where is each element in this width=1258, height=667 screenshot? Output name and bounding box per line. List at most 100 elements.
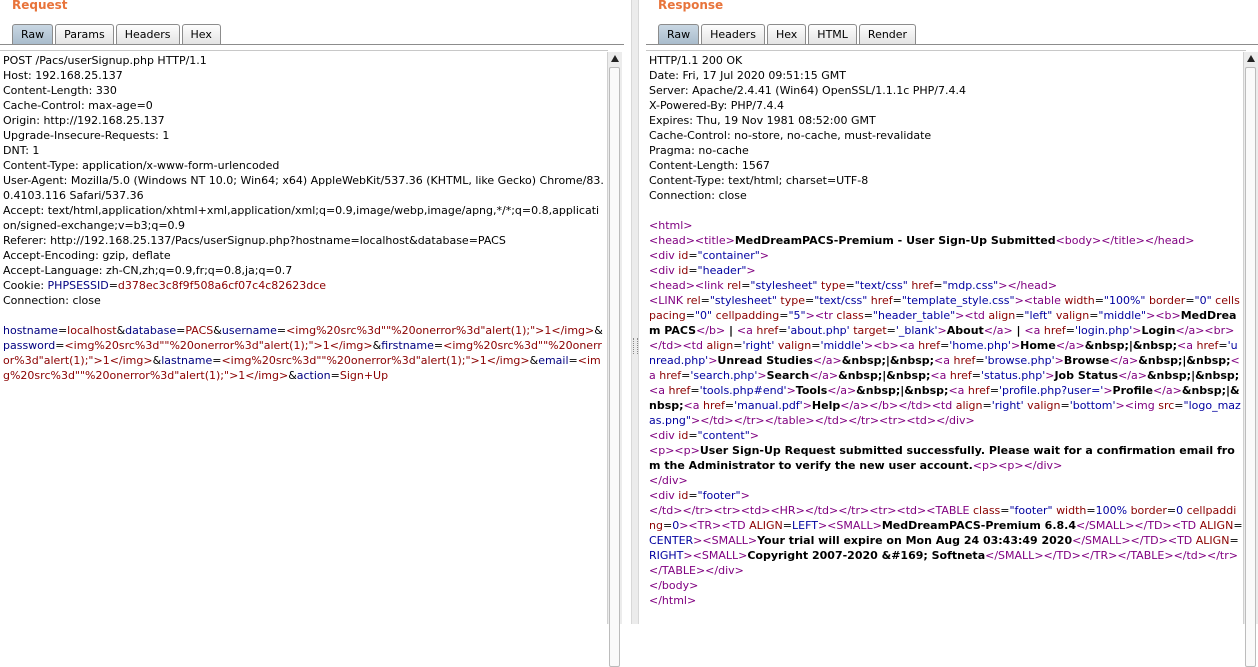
html-tag: > <box>872 519 882 532</box>
request-scroll-thumb[interactable] <box>609 67 620 667</box>
equals-sign: = <box>1185 294 1195 307</box>
response-header-line: X-Powered-By: PHP/7.4.4 <box>649 99 784 112</box>
cookie-line: Cookie: PHPSESSID=d378ec3c8f9f508a6cf07c… <box>3 278 605 293</box>
response-header-line: Cache-Control: no-store, no-cache, must-… <box>649 129 932 142</box>
equals-sign: = <box>1065 324 1075 337</box>
scroll-up-arrow-icon[interactable] <box>1247 55 1255 62</box>
response-scrollbar[interactable] <box>1243 52 1258 667</box>
html-attr-value: 'bottom' <box>1069 399 1116 412</box>
response-tab-hex[interactable]: Hex <box>766 24 807 44</box>
html-attr-value: "100%" <box>1103 294 1146 307</box>
html-attr-value: 'tools.php#end' <box>699 384 787 397</box>
html-tag: > <box>805 309 815 322</box>
param-name: lastname <box>161 354 213 367</box>
html-attr-name: href <box>949 369 972 382</box>
response-tab-raw[interactable]: Raw <box>658 24 700 44</box>
param-separator: & <box>372 339 382 352</box>
html-tag: </TABLE <box>1117 549 1165 562</box>
request-header-line: User-Agent: Mozilla/5.0 (Windows NT 10.0… <box>3 174 604 202</box>
html-tag: <a <box>930 369 947 382</box>
html-tag: > <box>829 504 839 517</box>
html-text: Tools <box>795 384 828 397</box>
html-attr-value: 'middle' <box>820 339 865 352</box>
html-tag: </tr <box>682 504 705 517</box>
response-tab-headers[interactable]: Headers <box>701 24 765 44</box>
request-header-line: Host: 192.168.25.137 <box>3 69 123 82</box>
html-tag: </td <box>649 339 674 352</box>
html-attr-name: class <box>972 504 1001 517</box>
html-tag: <td <box>964 309 985 322</box>
html-attr-value: 'right' <box>991 399 1024 412</box>
html-text: Login <box>1141 324 1176 337</box>
equals-sign: = <box>688 489 698 502</box>
html-tag: </TD <box>1043 549 1072 562</box>
html-tag: </div <box>1023 459 1054 472</box>
html-tag: <TD <box>1171 519 1197 532</box>
response-editor[interactable]: HTTP/1.1 200 OK Date: Fri, 17 Jul 2020 09… <box>646 50 1246 624</box>
request-scrollbar[interactable] <box>607 52 622 667</box>
html-tag: </tr <box>733 414 756 427</box>
equals-sign: = <box>1233 519 1243 532</box>
html-attr-name: width <box>1056 504 1087 517</box>
request-header-line: Connection: close <box>3 294 101 307</box>
request-header-line: Accept-Language: zh-CN,zh;q=0.9,fr;q=0.8… <box>3 264 293 277</box>
html-tag: > <box>817 519 828 532</box>
html-attr-name: type <box>780 294 805 307</box>
html-tag: <tr <box>879 414 898 427</box>
html-tag: > <box>864 339 874 352</box>
html-tag: > <box>838 414 849 427</box>
html-attr-value: "container" <box>697 249 760 262</box>
request-tab-headers[interactable]: Headers <box>115 24 180 44</box>
html-tag: > <box>1014 459 1024 472</box>
equals-sign: = <box>1229 534 1239 547</box>
cookie-name: PHPSESSID <box>47 279 109 292</box>
response-tab-render[interactable]: Render <box>858 24 917 44</box>
html-attr-name: href <box>668 384 691 397</box>
pane-splitter[interactable] <box>631 0 639 624</box>
html-tag: > <box>759 249 769 262</box>
html-attr-name: href <box>756 324 779 337</box>
html-tag: </div <box>649 474 679 487</box>
request-header-line: Referer: http://192.168.25.137/Pacs/user… <box>3 234 506 247</box>
html-tag: <a <box>736 324 753 337</box>
html-tag: > <box>685 279 695 292</box>
html-tag: > <box>731 504 741 517</box>
request-tab-params[interactable]: Params <box>55 24 114 44</box>
html-tag: <LINK <box>649 294 684 307</box>
response-raw-text[interactable]: HTTP/1.1 200 OK Date: Fri, 17 Jul 2020 09… <box>646 51 1246 610</box>
html-tag: > <box>1075 339 1085 352</box>
html-tag: <TR <box>688 519 712 532</box>
request-raw-text[interactable]: POST /Pacs/userSignup.php HTTP/1.1 Host: … <box>0 51 608 385</box>
param-value: Sign+Up <box>339 369 389 382</box>
html-tag: > <box>1071 549 1081 562</box>
scroll-up-arrow-icon[interactable] <box>611 55 619 62</box>
html-tag: > <box>690 444 700 457</box>
response-body-line: </body> <box>649 578 1243 593</box>
html-tag: > <box>749 429 759 442</box>
request-tab-hex[interactable]: Hex <box>181 24 221 44</box>
html-tag: > <box>712 519 722 532</box>
request-tab-raw[interactable]: Raw <box>12 24 54 44</box>
html-text: &nbsp;|&nbsp; <box>856 384 949 397</box>
request-editor[interactable]: POST /Pacs/userSignup.php HTTP/1.1 Host: … <box>0 50 608 624</box>
html-attr-name: id <box>678 264 689 277</box>
html-tag: > <box>715 324 726 337</box>
html-tag: </a <box>983 324 1004 337</box>
html-attr-name: ALIGN <box>1195 534 1230 547</box>
request-tabs: Raw Params Headers Hex <box>12 24 223 45</box>
html-tag: > <box>795 504 805 517</box>
html-attr-value: LEFT <box>792 519 818 532</box>
html-tag: > <box>869 414 880 427</box>
html-tag: </TABLE <box>649 564 696 577</box>
response-tab-html[interactable]: HTML <box>808 24 857 44</box>
equals-sign: = <box>57 324 68 337</box>
html-tag: > <box>1129 354 1139 367</box>
equals-sign: = <box>1166 504 1177 517</box>
equals-sign: = <box>989 384 1000 397</box>
equals-sign: = <box>568 354 578 367</box>
response-scroll-thumb[interactable] <box>1245 67 1256 667</box>
splitter-grip-icon[interactable] <box>633 338 638 354</box>
html-tag: > <box>725 234 735 247</box>
response-header-line: Content-Type: text/html; charset=UTF-8 <box>649 174 869 187</box>
